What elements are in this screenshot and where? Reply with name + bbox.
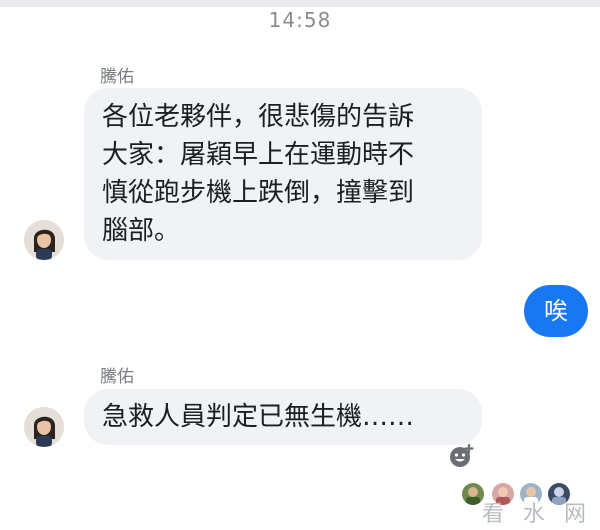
avatar-photo-icon bbox=[24, 407, 64, 447]
avatar[interactable] bbox=[24, 220, 64, 260]
avatar-photo-icon bbox=[24, 220, 64, 260]
add-reaction-icon[interactable] bbox=[448, 443, 474, 469]
seen-avatar-icon[interactable] bbox=[462, 483, 484, 505]
sender-name: 騰佑 bbox=[100, 367, 134, 387]
outgoing-message-bubble[interactable]: 唉 bbox=[524, 285, 588, 337]
timestamp: 14:58 bbox=[268, 8, 332, 32]
message-line: 慎從跑步機上跌倒，撞擊到 bbox=[102, 178, 415, 208]
message-line: 各位老夥伴，很悲傷的告訴 bbox=[102, 102, 415, 132]
message-text: 急救人員判定已無生機…… bbox=[102, 402, 415, 432]
top-strip bbox=[0, 0, 600, 7]
watermark: 看 水 网 bbox=[482, 502, 592, 527]
message-line: 腦部。 bbox=[102, 216, 181, 246]
message-bubble[interactable]: 各位老夥伴，很悲傷的告訴 大家：屠穎早上在運動時不 慎從跑步機上跌倒，撞擊到 腦… bbox=[84, 88, 482, 260]
avatar[interactable] bbox=[24, 407, 64, 447]
message-bubble[interactable]: 急救人員判定已無生機…… bbox=[84, 389, 482, 445]
sender-name: 騰佑 bbox=[100, 67, 134, 87]
message-line: 大家：屠穎早上在運動時不 bbox=[102, 140, 415, 170]
